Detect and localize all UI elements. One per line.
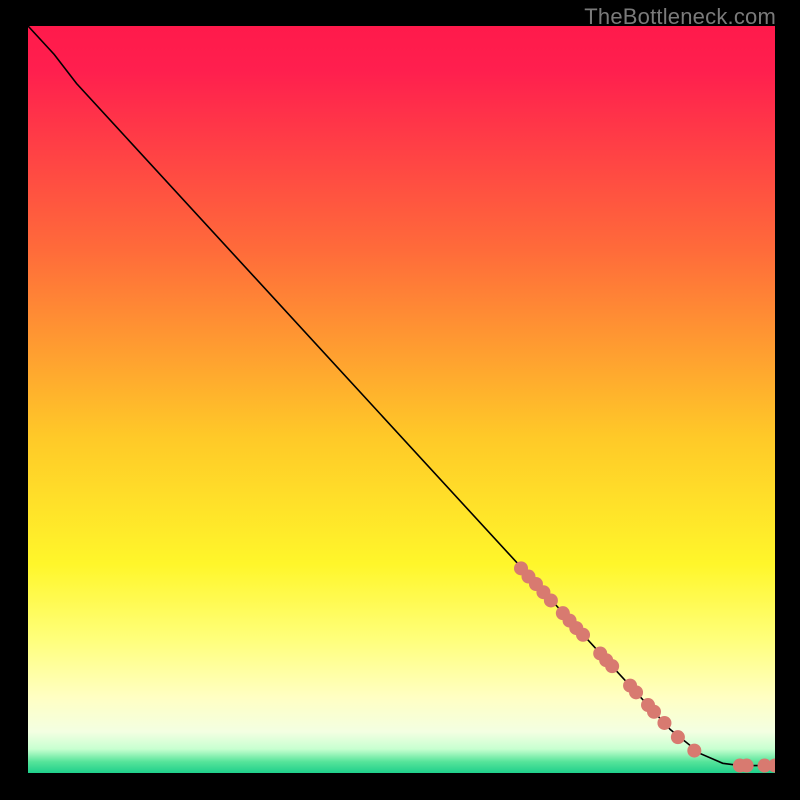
marker-point [687, 744, 701, 758]
plot-area [28, 26, 775, 773]
marker-point [629, 685, 643, 699]
marker-point [647, 705, 661, 719]
marker-point [605, 659, 619, 673]
gradient-background [28, 26, 775, 773]
marker-point [740, 759, 754, 773]
marker-point [576, 628, 590, 642]
chart-container: TheBottleneck.com [0, 0, 800, 800]
chart-svg [28, 26, 775, 773]
marker-point [657, 716, 671, 730]
marker-point [544, 593, 558, 607]
marker-point [671, 730, 685, 744]
